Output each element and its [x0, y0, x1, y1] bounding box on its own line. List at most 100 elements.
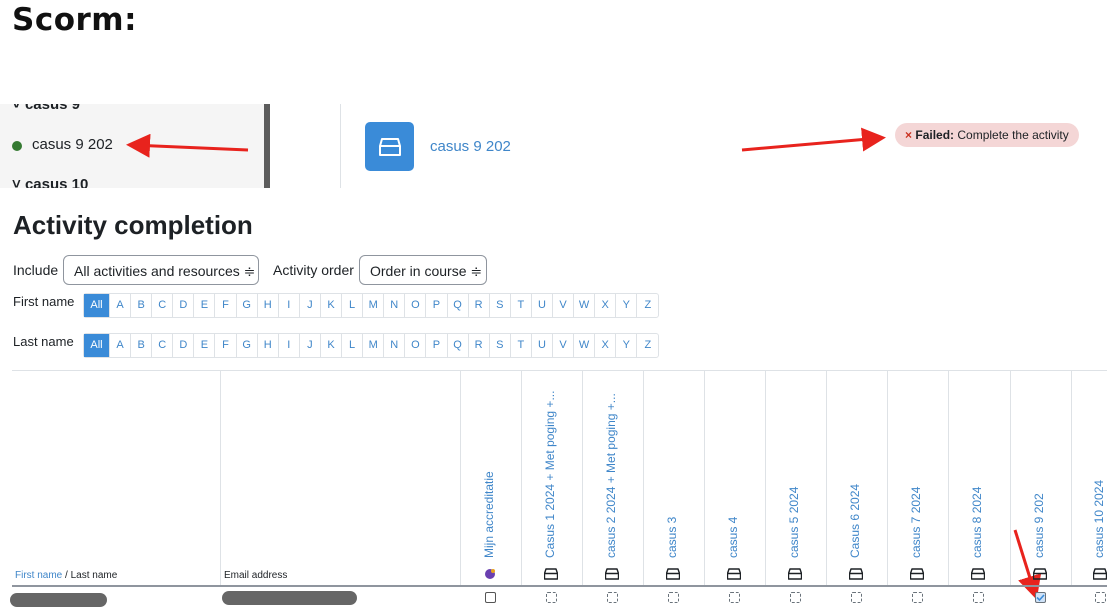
letter-filter-p[interactable]: P	[426, 294, 448, 317]
letter-filter-h[interactable]: H	[258, 294, 279, 317]
letter-filter-v[interactable]: V	[553, 294, 575, 317]
email-column-header: Email address	[224, 570, 288, 581]
completion-checkbox[interactable]	[607, 592, 618, 603]
column-divider	[826, 371, 827, 586]
activity-column-label[interactable]: casus 3	[665, 517, 679, 558]
first-name-label: First name	[13, 294, 75, 309]
letter-filter-y[interactable]: Y	[616, 334, 638, 357]
completion-checkbox-checked[interactable]	[1035, 592, 1046, 603]
letter-filter-i[interactable]: I	[279, 334, 300, 357]
letter-filter-c[interactable]: C	[152, 334, 174, 357]
letter-filter-u[interactable]: U	[532, 334, 553, 357]
completion-checkbox[interactable]	[790, 592, 801, 603]
letter-filter-l[interactable]: L	[342, 294, 364, 317]
activity-column-label[interactable]: casus 4	[726, 517, 740, 558]
name-separator: /	[62, 570, 71, 581]
letter-filter-f[interactable]: F	[215, 294, 237, 317]
letter-filter-s[interactable]: S	[490, 334, 511, 357]
activity-column-label[interactable]: casus 9 202	[1032, 493, 1046, 558]
completion-checkbox[interactable]	[485, 592, 496, 603]
letter-filter-k[interactable]: K	[321, 294, 343, 317]
letter-filter-a[interactable]: A	[110, 294, 132, 317]
name-column-header: First name / Last name	[15, 570, 117, 581]
scorm-package-icon	[909, 567, 925, 580]
activity-order-label: Activity order	[273, 262, 354, 278]
letter-filter-h[interactable]: H	[258, 334, 279, 357]
letter-filter-c[interactable]: C	[152, 294, 174, 317]
letter-filter-a[interactable]: A	[110, 334, 132, 357]
letter-filter-f[interactable]: F	[215, 334, 237, 357]
letter-filter-t[interactable]: T	[511, 294, 532, 317]
letter-filter-l[interactable]: L	[342, 334, 364, 357]
letter-filter-t[interactable]: T	[511, 334, 532, 357]
activity-column-label[interactable]: casus 10 2024	[1092, 480, 1106, 558]
completion-checkbox[interactable]	[546, 592, 557, 603]
letter-filter-e[interactable]: E	[194, 334, 216, 357]
scorm-package-icon	[604, 567, 620, 580]
column-divider	[643, 371, 644, 586]
completion-checkbox[interactable]	[851, 592, 862, 603]
completion-checkbox[interactable]	[729, 592, 740, 603]
column-divider	[220, 371, 221, 586]
completion-checkbox[interactable]	[973, 592, 984, 603]
activity-column-label[interactable]: Casus 6 2024	[848, 484, 862, 558]
letter-filter-m[interactable]: M	[363, 334, 385, 357]
scorm-package-icon	[787, 567, 803, 580]
letter-filter-q[interactable]: Q	[448, 294, 469, 317]
letter-filter-z[interactable]: Z	[637, 294, 658, 317]
completion-checkbox[interactable]	[912, 592, 923, 603]
letter-filter-s[interactable]: S	[490, 294, 511, 317]
letter-filter-g[interactable]: G	[237, 294, 258, 317]
activity-column-label[interactable]: casus 2 2024 + Met poging +...	[604, 393, 618, 558]
letter-filter-o[interactable]: O	[405, 294, 427, 317]
column-divider	[1010, 371, 1011, 586]
letter-filter-x[interactable]: X	[595, 294, 617, 317]
letter-filter-d[interactable]: D	[173, 294, 195, 317]
letter-filter-u[interactable]: U	[532, 294, 553, 317]
letter-filter-k[interactable]: K	[321, 334, 343, 357]
letter-filter-b[interactable]: B	[131, 334, 153, 357]
letter-filter-n[interactable]: N	[384, 294, 406, 317]
redacted-name	[10, 593, 107, 607]
letter-filter-y[interactable]: Y	[616, 294, 638, 317]
completion-checkbox[interactable]	[1095, 592, 1106, 603]
column-divider	[704, 371, 705, 586]
letter-filter-r[interactable]: R	[469, 294, 490, 317]
last-name-label: Last name	[13, 334, 74, 349]
scorm-package-icon	[726, 567, 742, 580]
activity-column-label[interactable]: casus 8 2024	[970, 487, 984, 558]
letter-filter-w[interactable]: W	[574, 294, 596, 317]
letter-filter-i[interactable]: I	[279, 294, 300, 317]
letter-filter-m[interactable]: M	[363, 294, 385, 317]
activity-order-select[interactable]: Order in course ≑	[359, 255, 487, 285]
sort-last-name-link[interactable]: Last name	[71, 570, 118, 581]
letter-filter-all[interactable]: All	[84, 294, 110, 317]
letter-filter-all[interactable]: All	[84, 334, 110, 357]
letter-filter-r[interactable]: R	[469, 334, 490, 357]
arrow-to-status-badge	[741, 127, 886, 152]
letter-filter-j[interactable]: J	[300, 294, 321, 317]
column-divider	[765, 371, 766, 586]
table-top-border	[12, 370, 1107, 371]
letter-filter-j[interactable]: J	[300, 334, 321, 357]
letter-filter-e[interactable]: E	[194, 294, 216, 317]
sort-first-name-link[interactable]: First name	[15, 570, 62, 581]
activity-column-label[interactable]: Casus 1 2024 + Met poging +...	[543, 391, 557, 558]
letter-filter-g[interactable]: G	[237, 334, 258, 357]
table-header-border	[12, 585, 1107, 587]
letter-filter-o[interactable]: O	[405, 334, 427, 357]
letter-filter-w[interactable]: W	[574, 334, 596, 357]
completion-checkbox[interactable]	[668, 592, 679, 603]
letter-filter-x[interactable]: X	[595, 334, 617, 357]
letter-filter-q[interactable]: Q	[448, 334, 469, 357]
letter-filter-b[interactable]: B	[131, 294, 153, 317]
letter-filter-z[interactable]: Z	[637, 334, 658, 357]
letter-filter-d[interactable]: D	[173, 334, 195, 357]
activity-column-label[interactable]: casus 7 2024	[909, 487, 923, 558]
activity-column-label[interactable]: Mijn accreditatie	[482, 471, 496, 558]
letter-filter-n[interactable]: N	[384, 334, 406, 357]
letter-filter-p[interactable]: P	[426, 334, 448, 357]
letter-filter-v[interactable]: V	[553, 334, 575, 357]
include-select[interactable]: All activities and resources ≑	[63, 255, 259, 285]
activity-column-label[interactable]: casus 5 2024	[787, 487, 801, 558]
